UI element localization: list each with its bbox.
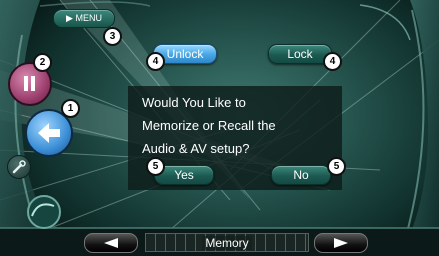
memory-title-bar: Memory — [145, 233, 309, 252]
memory-screen: ▶ MENU Unlock Lock Would You Like to Mem… — [0, 0, 439, 256]
settings-button[interactable] — [7, 155, 31, 179]
return-arrow-icon — [38, 123, 60, 143]
dialog-line-2: Memorize or Recall the — [142, 118, 276, 133]
callout-3: 3 — [103, 27, 122, 46]
right-arrow-icon — [334, 238, 348, 248]
callout-1: 1 — [61, 99, 80, 118]
menu-label: MENU — [75, 13, 102, 23]
prev-button[interactable] — [84, 233, 138, 253]
left-arrow-icon — [104, 238, 118, 248]
yes-label: Yes — [174, 168, 194, 182]
play-triangle-icon: ▶ — [66, 13, 73, 23]
callout-5-yes: 5 — [146, 157, 165, 176]
memory-title: Memory — [202, 236, 252, 250]
callout-2: 2 — [33, 53, 52, 72]
unlock-label: Unlock — [166, 47, 204, 61]
callout-4-unlock: 4 — [146, 52, 165, 71]
next-button[interactable] — [314, 233, 368, 253]
callout-4-lock: 4 — [323, 52, 342, 71]
dialog-line-1: Would You Like to — [142, 95, 246, 110]
callout-5-no: 5 — [327, 157, 346, 176]
no-label: No — [293, 168, 309, 182]
wrench-icon — [12, 160, 26, 174]
no-button[interactable]: No — [271, 165, 331, 185]
dialog-message: Would You Like to Memorize or Recall the… — [142, 91, 342, 160]
dialog-line-3: Audio & AV setup? — [142, 141, 250, 156]
menu-button[interactable]: ▶ MENU — [53, 9, 115, 28]
lock-label: Lock — [287, 47, 313, 61]
